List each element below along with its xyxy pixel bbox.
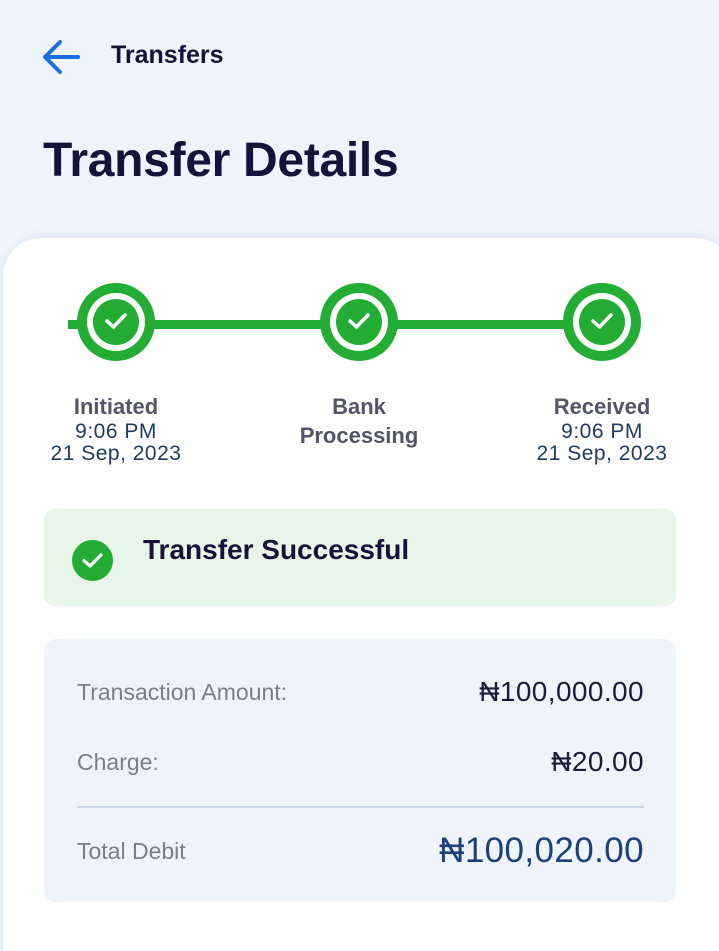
transaction-amount-label: Transaction Amount:	[77, 679, 288, 705]
step-received-date: 21 Sep, 2023	[536, 442, 668, 465]
check-circle-icon	[72, 540, 113, 581]
step-initiated-indicator	[77, 283, 155, 361]
step-initiated-date: 21 Sep, 2023	[50, 442, 182, 465]
total-debit-label: Total Debit	[77, 838, 186, 864]
page-title: Transfer Details	[43, 134, 399, 187]
step-received-label: Received	[553, 394, 651, 419]
details-card: Initiated 9:06 PM 21 Sep, 2023 Bank Proc…	[3, 238, 719, 951]
back-button[interactable]	[38, 36, 84, 78]
progress-stepper: Initiated 9:06 PM 21 Sep, 2023 Bank Proc…	[3, 238, 719, 498]
step-bank-processing-label-line2: Processing	[299, 423, 419, 448]
transaction-amount-value: ₦100,000.00	[479, 676, 644, 707]
step-received-indicator	[563, 283, 641, 361]
check-icon	[591, 313, 613, 329]
amount-summary: Transaction Amount: ₦100,000.00 Charge: …	[44, 639, 676, 902]
charge-value: ₦20.00	[551, 746, 644, 777]
status-text: Transfer Successful	[143, 534, 410, 565]
step-received-time: 9:06 PM	[561, 420, 643, 443]
check-icon	[348, 313, 370, 329]
arrow-left-icon	[43, 40, 80, 74]
charge-label: Charge:	[77, 749, 159, 775]
check-icon	[105, 313, 127, 329]
summary-divider	[77, 806, 644, 808]
step-initiated-label: Initiated	[73, 394, 159, 419]
top-bar: Transfers	[0, 0, 719, 112]
step-bank-processing-label-line1: Bank	[332, 394, 386, 419]
transfer-details-screen: Transfers Transfer Details Initiated 9:0…	[0, 0, 719, 951]
step-bank-processing-indicator	[320, 283, 398, 361]
step-initiated-time: 9:06 PM	[75, 420, 157, 443]
header-title: Transfers	[111, 41, 224, 69]
status-banner: Transfer Successful	[44, 509, 676, 606]
total-debit-value: ₦100,020.00	[439, 831, 644, 870]
